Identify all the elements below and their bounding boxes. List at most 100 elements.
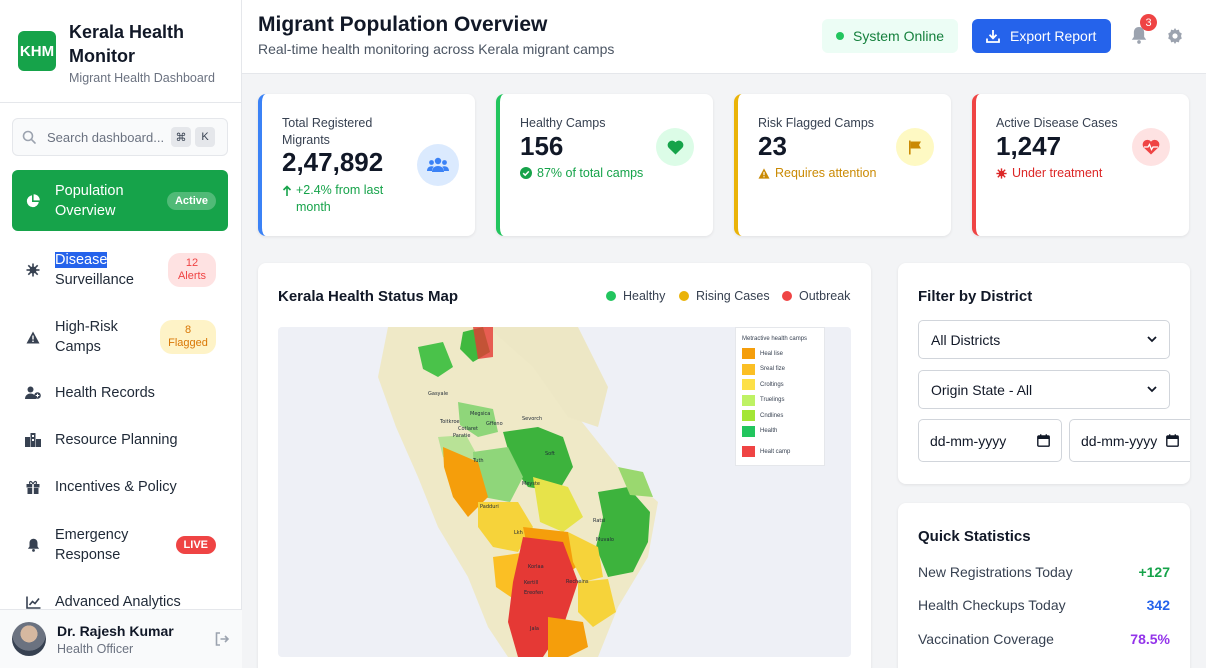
place-label: Ratsi bbox=[593, 518, 605, 524]
nav-item-high-risk-camps[interactable]: High-Risk Camps 8 Flagged bbox=[12, 315, 228, 359]
nav-item-population-overview[interactable]: Population Overview Active bbox=[12, 170, 228, 231]
avatar bbox=[12, 622, 46, 656]
gift-icon bbox=[24, 478, 42, 496]
kerala-map[interactable]: Gasyale Megsica Toitkroe Paratie Gffeno … bbox=[278, 327, 851, 657]
stat-value: 2,47,892 bbox=[282, 147, 384, 177]
live-badge: LIVE bbox=[175, 536, 216, 554]
date-to-input[interactable]: dd-mm-yyyy bbox=[1069, 419, 1190, 462]
search-icon bbox=[22, 130, 36, 144]
quick-stats-title: Quick Statistics bbox=[918, 528, 1031, 545]
user-medical-icon bbox=[24, 384, 42, 402]
filter-title: Filter by District bbox=[918, 288, 1033, 305]
place-label: Sevorch bbox=[522, 416, 542, 422]
brand-subtitle: Migrant Health Dashboard bbox=[69, 71, 215, 85]
city-icon bbox=[24, 431, 42, 449]
bell-icon bbox=[24, 536, 42, 554]
flagged-badge: 8 Flagged bbox=[160, 320, 216, 354]
nav-label: High-Risk Camps bbox=[55, 319, 118, 355]
place-label: Jala bbox=[529, 626, 539, 632]
place-label: Gasyale bbox=[428, 391, 448, 397]
nav-item-emergency-response[interactable]: Emergency Response LIVE bbox=[12, 523, 228, 567]
alerts-badge: 12 Alerts bbox=[168, 253, 216, 287]
stat-card-active-cases: Active Disease Cases 1,247 Under treatme… bbox=[972, 94, 1189, 236]
quick-stat-row: Health Checkups Today 342 bbox=[918, 597, 1170, 613]
place-label: Megsica bbox=[470, 411, 490, 417]
quick-stat-row: New Registrations Today +127 bbox=[918, 564, 1170, 580]
legend-rising-cases: Rising Cases bbox=[679, 289, 770, 303]
logout-icon[interactable] bbox=[214, 631, 230, 647]
brand: KHM Kerala Health Monitor Migrant Health… bbox=[0, 0, 241, 103]
place-label: Meyste bbox=[522, 481, 540, 487]
nav-label: Emergency Response bbox=[55, 527, 129, 563]
search-input[interactable] bbox=[47, 129, 167, 145]
brand-logo: KHM bbox=[18, 31, 56, 71]
place-label: Ereofen bbox=[524, 590, 543, 596]
status-dot-icon bbox=[836, 32, 844, 40]
users-icon bbox=[417, 144, 459, 186]
status-badge: System Online bbox=[822, 19, 958, 53]
virus-icon bbox=[24, 261, 42, 279]
shortcut-cmd-key: ⌘ bbox=[171, 127, 191, 147]
stat-note: Requires attention bbox=[758, 165, 876, 182]
notification-count-badge: 3 bbox=[1140, 14, 1157, 31]
place-label: Cotlaret bbox=[458, 426, 478, 432]
nav-label: Population Overview bbox=[55, 182, 124, 219]
stat-card-total-migrants: Total Registered Migrants 2,47,892 +2.4%… bbox=[258, 94, 475, 236]
check-circle-icon bbox=[520, 167, 532, 179]
place-label: Soft bbox=[545, 451, 555, 457]
place-label: Padduri bbox=[480, 504, 499, 510]
map-panel: Kerala Health Status Map Healthy Rising … bbox=[258, 263, 871, 668]
nav-item-disease-surveillance[interactable]: Disease Surveillance 12 Alerts bbox=[12, 248, 228, 292]
map-title: Kerala Health Status Map bbox=[278, 288, 459, 305]
legend-outbreak: Outbreak bbox=[782, 289, 850, 303]
pie-chart-icon bbox=[24, 192, 42, 210]
calendar-icon[interactable] bbox=[1037, 434, 1050, 447]
district-select[interactable]: All Districts bbox=[918, 320, 1170, 359]
top-header: Migrant Population Overview Real-time he… bbox=[242, 0, 1206, 74]
nav-label: Health Records bbox=[55, 385, 155, 401]
place-label: Paratie bbox=[453, 433, 470, 439]
place-label: Recheins bbox=[566, 579, 589, 585]
quick-stats-panel: Quick Statistics New Registrations Today… bbox=[898, 503, 1190, 668]
flag-icon bbox=[896, 128, 934, 166]
chevron-down-icon bbox=[1147, 386, 1157, 393]
stat-card-risk-flagged: Risk Flagged Camps 23 Requires attention bbox=[734, 94, 951, 236]
date-from-input[interactable]: dd-mm-yyyy bbox=[918, 419, 1062, 462]
page-subtitle: Real-time health monitoring across Keral… bbox=[258, 41, 615, 57]
gear-icon[interactable] bbox=[1166, 27, 1184, 45]
arrow-up-icon bbox=[282, 185, 292, 196]
download-icon bbox=[986, 30, 1000, 43]
nav-label: Resource Planning bbox=[55, 432, 178, 448]
nav-label: Incentives & Policy bbox=[55, 479, 177, 495]
nav-item-resource-planning[interactable]: Resource Planning bbox=[12, 430, 228, 450]
stat-label: Healthy Camps bbox=[520, 116, 606, 130]
place-label: Gffeno bbox=[486, 421, 503, 427]
shortcut-k-key: K bbox=[195, 127, 215, 147]
stat-label: Risk Flagged Camps bbox=[758, 116, 875, 130]
user-profile[interactable]: Dr. Rajesh Kumar Health Officer bbox=[0, 609, 242, 668]
stat-value: 1,247 bbox=[996, 131, 1062, 161]
place-label: Lkh bbox=[514, 530, 523, 536]
nav-label: Disease Surveillance bbox=[55, 252, 134, 288]
stat-card-healthy-camps: Healthy Camps 156 87% of total camps bbox=[496, 94, 713, 236]
stat-note: 87% of total camps bbox=[520, 165, 643, 182]
legend-healthy: Healthy bbox=[606, 289, 665, 303]
origin-state-select[interactable]: Origin State - All bbox=[918, 370, 1170, 409]
warning-icon bbox=[24, 328, 42, 346]
quick-stat-row: Vaccination Coverage 78.5% bbox=[918, 631, 1170, 647]
stat-value: 23 bbox=[758, 131, 787, 161]
chevron-down-icon bbox=[1147, 336, 1157, 343]
sidebar: KHM Kerala Health Monitor Migrant Health… bbox=[0, 0, 242, 668]
heart-icon bbox=[656, 128, 694, 166]
calendar-icon[interactable] bbox=[1166, 434, 1179, 447]
active-badge: Active bbox=[166, 191, 216, 210]
search-box[interactable]: ⌘ K bbox=[12, 118, 228, 156]
place-label: Muvalo bbox=[596, 537, 614, 543]
nav-item-incentives-policy[interactable]: Incentives & Policy bbox=[12, 477, 228, 497]
user-name: Dr. Rajesh Kumar bbox=[57, 622, 174, 639]
place-label: Tuth bbox=[472, 458, 484, 464]
nav-item-health-records[interactable]: Health Records bbox=[12, 383, 228, 403]
virus-icon bbox=[996, 168, 1007, 179]
export-report-button[interactable]: Export Report bbox=[972, 19, 1111, 53]
stat-value: 156 bbox=[520, 131, 564, 161]
